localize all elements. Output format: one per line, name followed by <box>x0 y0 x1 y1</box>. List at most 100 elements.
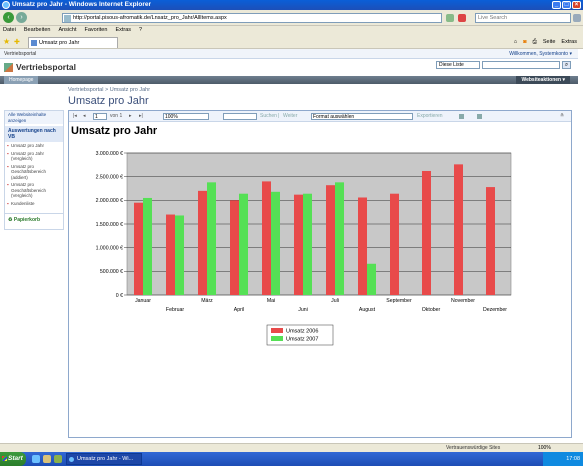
prev-page-icon[interactable]: ◂ <box>83 111 86 122</box>
bar-umsatz-2006 <box>134 202 143 295</box>
revenue-chart: 0 € 500.000 € 1.000.000 € 1.500.000 € 2.000.… <box>96 151 512 346</box>
legend-label: Umsatz 2006 <box>286 329 318 335</box>
collapse-toolbar-icon[interactable]: ≚ <box>560 111 564 122</box>
site-search-input[interactable] <box>482 61 560 69</box>
sp-header: Vertriebsportal Diese Liste ⌕ <box>0 59 578 76</box>
sp-top-link[interactable]: Vertriebsportal <box>4 51 36 57</box>
forward-icon[interactable]: › <box>16 12 27 23</box>
nav-item-gb-vergleich[interactable]: Umsatz pro Geschäftsbereich (Vergleich) <box>5 181 63 200</box>
first-page-icon[interactable]: |◂ <box>73 111 77 122</box>
bar-umsatz-2006 <box>454 164 463 295</box>
export-format-select[interactable]: Format auswählen <box>311 113 413 120</box>
legend-swatch <box>271 328 283 333</box>
print-report-icon[interactable] <box>477 114 482 119</box>
back-icon[interactable]: ‹ <box>3 12 14 23</box>
tab-homepage[interactable]: Homepage <box>4 76 39 84</box>
browser-tab-label: Umsatz pro Jahr <box>39 40 80 46</box>
quicklaunch-desktop-icon[interactable] <box>43 455 51 463</box>
nav-item-kundenliste[interactable]: Kundenliste <box>5 200 63 208</box>
recycle-bin-link[interactable]: ♻ Papierkorb <box>5 213 63 226</box>
quicklaunch-media-icon[interactable] <box>54 455 62 463</box>
next-page-icon[interactable]: ▸ <box>129 111 132 122</box>
page-menu[interactable]: Seite <box>543 37 556 47</box>
y-tick-label: 2.500.000 € <box>96 174 124 180</box>
refresh-icon[interactable] <box>446 14 454 22</box>
nav-item-gb-addiert[interactable]: Umsatz pro Geschäftsbereich (addiert) <box>5 163 63 182</box>
menu-help[interactable]: ? <box>139 26 142 35</box>
stop-icon[interactable] <box>458 14 466 22</box>
zoom-select[interactable]: 100% <box>163 113 209 120</box>
favorites-star-icon[interactable]: ★ <box>3 37 10 46</box>
bar-umsatz-2007 <box>175 215 184 295</box>
url-field[interactable]: http://portal.pisous-afromatik.de/Lnsatz… <box>62 13 442 23</box>
refresh-report-icon[interactable] <box>459 114 464 119</box>
start-button[interactable]: Start <box>0 452 26 466</box>
menu-bearbeiten[interactable]: Bearbeiten <box>24 26 51 35</box>
bar-umsatz-2007 <box>303 193 312 295</box>
quick-launch: Alle Websiteinhalte anzeigen Auswertunge… <box>4 110 64 230</box>
live-search-input[interactable]: Live Search <box>475 13 571 23</box>
y-tick-label: 2.000.000 € <box>96 198 124 204</box>
legend-label: Umsatz 2007 <box>286 337 318 343</box>
menu-datei[interactable]: Datei <box>3 26 16 35</box>
tools-menu[interactable]: Extras <box>561 37 577 47</box>
quicklaunch-ie-icon[interactable] <box>32 455 40 463</box>
x-tick-label: September <box>386 298 412 304</box>
window-titlebar: Umsatz pro Jahr - Windows Internet Explo… <box>0 0 583 10</box>
bar-umsatz-2006 <box>422 170 431 295</box>
report-title: Umsatz pro Jahr <box>71 125 158 137</box>
find-input[interactable] <box>223 113 257 120</box>
menu-favoriten[interactable]: Favoriten <box>85 26 108 35</box>
bar-umsatz-2006 <box>230 200 239 295</box>
browser-tab[interactable]: Umsatz pro Jahr <box>28 37 118 48</box>
bar-umsatz-2006 <box>390 193 399 295</box>
x-tick-label: April <box>234 307 244 313</box>
live-search-placeholder: Live Search <box>478 15 508 21</box>
view-all-content-link[interactable]: Alle Websiteinhalte anzeigen <box>5 111 63 124</box>
window-title: Umsatz pro Jahr - Windows Internet Explo… <box>12 1 151 8</box>
bar-umsatz-2006 <box>486 187 495 295</box>
home-icon[interactable]: ⌂ <box>514 37 517 47</box>
system-tray: 17:08 <box>543 452 583 466</box>
top-navigation: Homepage Websiteaktionen ▾ <box>0 76 578 84</box>
close-button[interactable]: × <box>572 1 581 9</box>
menu-extras[interactable]: Extras <box>115 26 131 35</box>
menu-ansicht[interactable]: Ansicht <box>58 26 76 35</box>
search-go-icon[interactable]: ⌕ <box>562 61 571 69</box>
maximize-button[interactable]: □ <box>562 1 571 9</box>
last-page-icon[interactable]: ▸| <box>139 111 143 122</box>
page-number-input[interactable]: 1 <box>93 113 107 120</box>
taskbar-ie-window[interactable]: Umsatz pro Jahr - Wi... <box>66 453 142 465</box>
find-link[interactable]: Suchen <box>260 111 277 122</box>
nav-heading[interactable]: Auswertungen nach VB <box>5 126 63 142</box>
nav-item-umsatz-vergleich[interactable]: Umsatz pro Jahr (Vergleich) <box>5 150 63 163</box>
y-tick-label: 3.000.000 € <box>96 151 124 157</box>
site-actions-menu[interactable]: Websiteaktionen ▾ <box>516 76 570 84</box>
legend-swatch <box>271 336 283 341</box>
bar-umsatz-2007 <box>271 191 280 295</box>
tab-page-icon <box>31 40 37 46</box>
bar-umsatz-2006 <box>294 194 303 295</box>
feeds-icon[interactable]: ◙ <box>523 37 526 47</box>
search-icon[interactable] <box>573 14 581 22</box>
find-separator: | <box>278 113 280 119</box>
minimize-button[interactable]: _ <box>552 1 561 9</box>
welcome-menu[interactable]: Willkommen, Systemkonto ▾ <box>509 49 572 59</box>
page-title: Umsatz pro Jahr <box>68 95 149 107</box>
page-count-label: von 1 <box>110 113 123 119</box>
search-scope-select[interactable]: Diese Liste <box>436 61 480 69</box>
recycle-bin-label: Papierkorb <box>13 217 40 223</box>
find-next-link[interactable]: Weiter <box>283 111 297 122</box>
export-link[interactable]: Exportieren <box>417 111 443 122</box>
print-icon[interactable]: ⎙ <box>532 37 536 47</box>
x-tick-label: Juni <box>298 307 308 313</box>
status-bar: Vertrauenswürdige Sites 100% <box>0 443 583 452</box>
nav-item-umsatz-pro-jahr[interactable]: Umsatz pro Jahr <box>5 142 63 150</box>
x-tick-label: Februar <box>166 307 184 313</box>
x-tick-label: Dezember <box>483 307 507 313</box>
tab-bar: ★ ✚ Umsatz pro Jahr ⌂ ◙ ⎙ Seite Extras <box>0 35 583 49</box>
add-favorites-icon[interactable]: ✚ <box>14 38 20 46</box>
breadcrumb[interactable]: Vertriebsportal > Umsatz pro Jahr <box>68 87 150 93</box>
y-tick-label: 0 € <box>116 293 123 299</box>
site-logo[interactable]: Vertriebsportal <box>4 62 76 72</box>
